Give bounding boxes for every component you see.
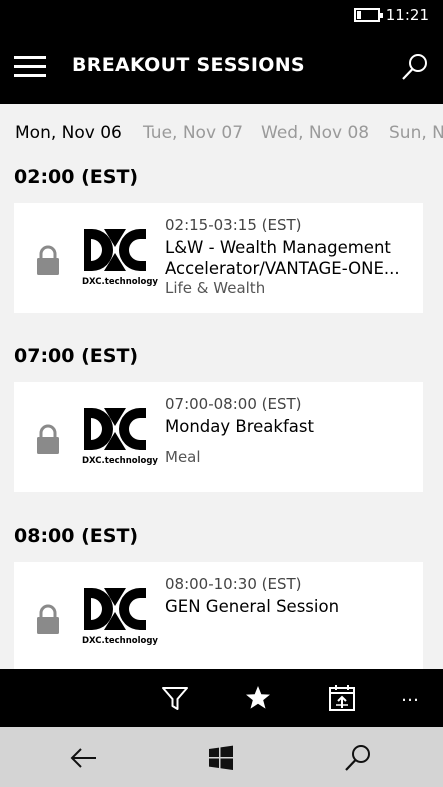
tab-date-0[interactable]: Mon, Nov 06 xyxy=(15,123,122,143)
star-icon[interactable] xyxy=(243,683,273,713)
session-time: 02:15-03:15 (EST) xyxy=(165,216,302,234)
session-card[interactable]: DXC.technology 08:00-10:30 (EST) GEN Gen… xyxy=(14,562,423,669)
calendar-export-icon[interactable] xyxy=(327,683,357,713)
sessions-list[interactable]: Mon, Nov 06 Tue, Nov 07 Wed, Nov 08 Sun,… xyxy=(0,104,443,669)
dxc-logo: DXC.technology xyxy=(82,227,158,289)
system-nav-bar xyxy=(0,727,443,787)
lock-icon xyxy=(37,245,59,275)
session-card[interactable]: DXC.technology 02:15-03:15 (EST) L&W - W… xyxy=(14,203,423,313)
dxc-logo: DXC.technology xyxy=(82,406,158,468)
session-category: Meal xyxy=(165,448,201,466)
time-group-header: 08:00 (EST) xyxy=(14,525,139,547)
command-bar: … xyxy=(0,669,443,727)
battery-icon xyxy=(354,8,383,22)
lock-icon xyxy=(37,424,59,454)
session-time: 08:00-10:30 (EST) xyxy=(165,575,302,593)
lock-icon xyxy=(37,604,59,634)
session-card[interactable]: DXC.technology 07:00-08:00 (EST) Monday … xyxy=(14,382,423,492)
tab-date-2[interactable]: Wed, Nov 08 xyxy=(261,123,369,143)
windows-icon[interactable] xyxy=(206,743,236,773)
filter-icon[interactable] xyxy=(160,683,190,713)
session-category: Life & Wealth xyxy=(165,279,266,297)
more-options-button[interactable]: … xyxy=(401,685,420,706)
session-title: GEN General Session xyxy=(165,597,340,616)
session-time: 07:00-08:00 (EST) xyxy=(165,395,302,413)
tab-date-1[interactable]: Tue, Nov 07 xyxy=(143,123,243,143)
session-title: L&W - Wealth Management Accelerator/VANT… xyxy=(165,238,400,278)
hamburger-icon[interactable] xyxy=(14,56,46,80)
date-pivot: Mon, Nov 06 Tue, Nov 07 Wed, Nov 08 Sun,… xyxy=(0,104,443,156)
time-group-header: 02:00 (EST) xyxy=(14,166,139,188)
back-arrow-icon[interactable] xyxy=(69,743,99,773)
app-bar: BREAKOUT SESSIONS xyxy=(0,32,443,104)
page-title: BREAKOUT SESSIONS xyxy=(72,54,305,76)
search-icon[interactable] xyxy=(400,52,430,82)
dxc-logo: DXC.technology xyxy=(82,586,158,648)
time-group-header: 07:00 (EST) xyxy=(14,345,139,367)
tab-date-3[interactable]: Sun, Nc xyxy=(389,123,443,143)
status-bar: 11:21 xyxy=(0,0,443,32)
status-time: 11:21 xyxy=(385,6,429,24)
session-title: Monday Breakfast xyxy=(165,417,314,436)
search-icon[interactable] xyxy=(343,743,373,773)
